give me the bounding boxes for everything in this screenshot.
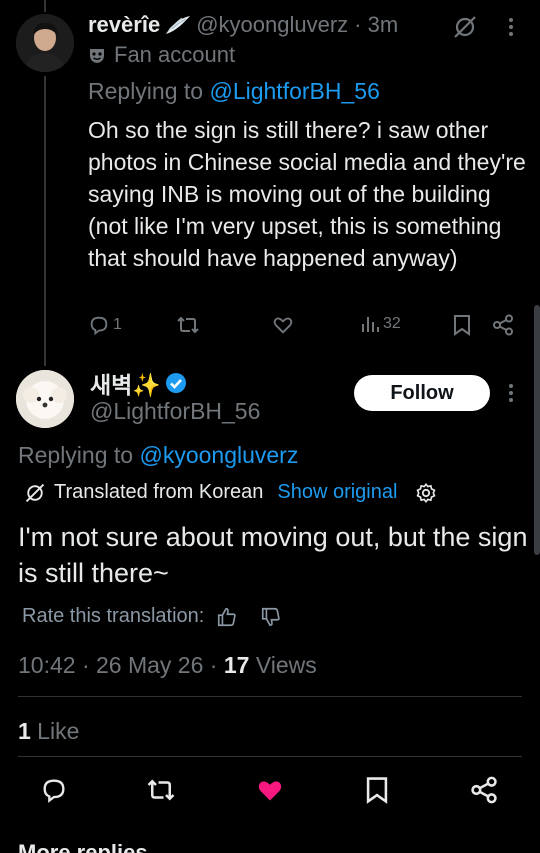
handle[interactable]: @kyoongluverz — [196, 12, 348, 38]
bookmark-button[interactable] — [452, 314, 472, 336]
comment-icon — [40, 776, 68, 804]
grok-icon — [24, 482, 46, 504]
tweet-meta: 10:42 · 26 May 26 · 17 Views — [18, 652, 317, 679]
likes-count: 1 — [18, 718, 31, 744]
views-icon — [360, 314, 380, 334]
like-button[interactable] — [256, 776, 284, 804]
like-button[interactable] — [272, 314, 294, 336]
fan-account-label: Fan account — [88, 42, 235, 68]
bookmark-icon — [364, 776, 390, 804]
handle[interactable]: @LightforBH_56 — [90, 398, 260, 425]
divider — [18, 696, 522, 697]
display-name[interactable]: revèrîe — [88, 12, 160, 38]
show-original-link[interactable]: Show original — [277, 481, 397, 504]
more-replies-heading: More replies — [18, 840, 148, 853]
display-name-row: 새벽✨ — [90, 366, 187, 400]
tweet-actions — [0, 776, 540, 812]
reply-text: Oh so the sign is still there? i saw oth… — [88, 117, 526, 271]
reply-button[interactable]: 1 — [88, 314, 122, 336]
replying-prefix: Replying to — [18, 442, 134, 468]
replying-to: Replying to @kyoongluverz — [18, 442, 298, 469]
rate-translation: Rate this translation: — [22, 605, 282, 628]
reply-button[interactable] — [40, 776, 68, 804]
heart-icon — [272, 314, 294, 336]
display-name[interactable]: 새벽✨ — [90, 366, 161, 400]
divider — [18, 756, 522, 757]
share-button[interactable] — [470, 776, 498, 804]
gear-icon[interactable] — [415, 482, 437, 504]
scrollbar[interactable] — [534, 305, 540, 555]
mask-icon — [88, 46, 106, 64]
thread-line — [44, 0, 46, 12]
thumbs-up-icon[interactable] — [216, 606, 238, 628]
views-count: 17 — [223, 652, 250, 678]
retweet-icon — [146, 776, 176, 804]
retweet-icon — [176, 314, 200, 336]
more-options-icon[interactable] — [506, 16, 516, 38]
likes-summary[interactable]: 1 Like — [18, 718, 79, 745]
retweet-button[interactable] — [176, 314, 200, 336]
reply-count: 1 — [113, 316, 122, 333]
translated-label: Translated from Korean — [54, 481, 264, 503]
wing-icon — [162, 14, 192, 36]
more-options-icon[interactable] — [506, 382, 516, 404]
replying-to: Replying to @LightforBH_56 — [88, 78, 380, 105]
likes-label: Like — [30, 718, 80, 744]
tweet-text: I'm not sure about moving out, but the s… — [18, 522, 528, 588]
bookmark-icon — [452, 314, 472, 336]
replying-handle-link[interactable]: @LightforBH_56 — [209, 78, 379, 104]
views-count: 32 — [383, 315, 401, 332]
replying-handle-link[interactable]: @kyoongluverz — [139, 442, 298, 468]
heart-icon — [256, 776, 284, 804]
share-button[interactable] — [492, 314, 514, 336]
bookmark-button[interactable] — [364, 776, 390, 804]
timestamp[interactable]: · 3m — [354, 12, 398, 38]
reply-actions: 1 32 — [88, 314, 518, 342]
fan-account-text: Fan account — [114, 42, 236, 67]
reply-header: revèrîe @kyoongluverz · 3m — [88, 12, 398, 38]
retweet-button[interactable] — [146, 776, 176, 804]
views-button[interactable]: 32 — [360, 314, 401, 334]
avatar[interactable] — [16, 14, 74, 72]
avatar[interactable] — [16, 370, 74, 428]
thread-line — [44, 76, 46, 366]
translation-bar: Translated from Korean Show original — [24, 481, 437, 504]
rate-label: Rate this translation: — [22, 605, 205, 627]
timestamp[interactable]: 10:42 · 26 May 26 · — [18, 652, 224, 678]
share-icon — [492, 314, 514, 336]
views-label: Views — [249, 652, 317, 678]
replying-prefix: Replying to — [88, 78, 204, 104]
verified-badge-icon — [165, 372, 187, 394]
share-icon — [470, 776, 498, 804]
grok-icon[interactable] — [452, 14, 478, 40]
follow-button[interactable]: Follow — [354, 375, 490, 411]
comment-icon — [88, 314, 110, 336]
thumbs-down-icon[interactable] — [260, 606, 282, 628]
